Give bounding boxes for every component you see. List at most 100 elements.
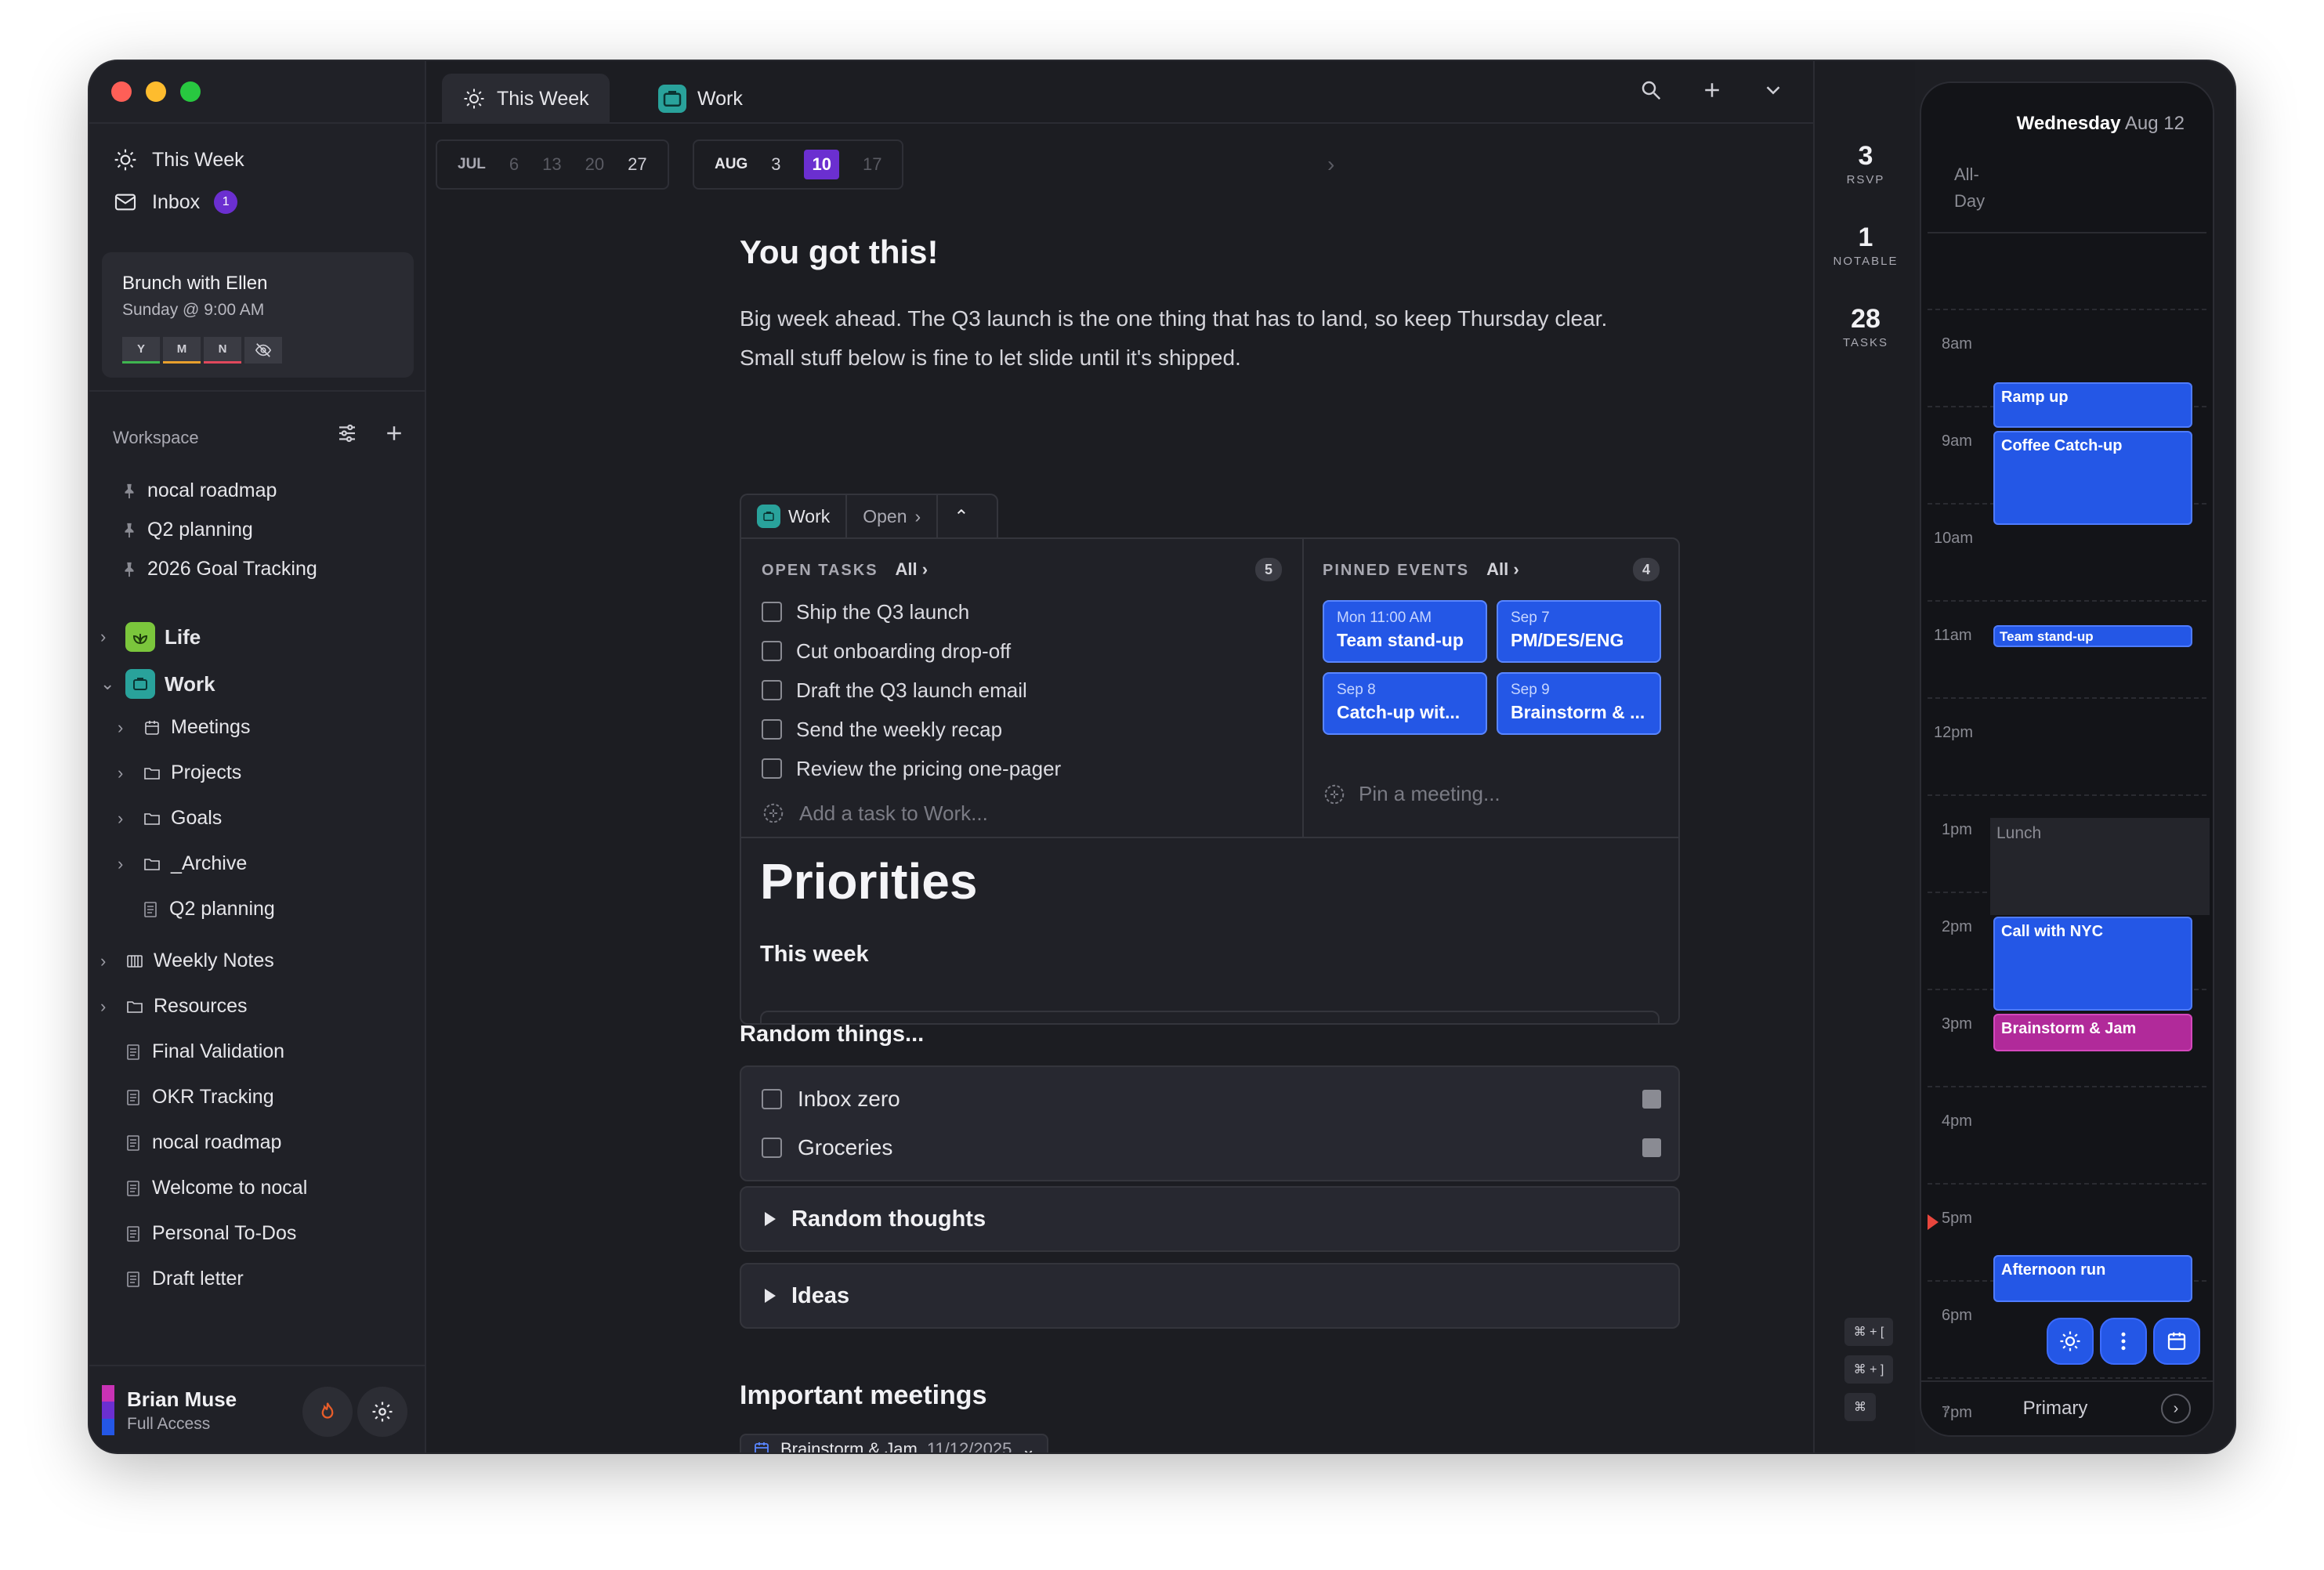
all-events-link[interactable]: All › [1486, 559, 1519, 579]
tree-item-meetings[interactable]: › Meetings [118, 716, 250, 739]
upcoming-event-card[interactable]: Brunch with Ellen Sunday @ 9:00 AM Y M N [102, 252, 414, 378]
calendar-event[interactable]: Afternoon run [1993, 1255, 2192, 1302]
task-label[interactable]: Cut onboarding drop-off [796, 639, 1011, 664]
chevron-right-icon[interactable]: › [100, 951, 116, 971]
tree-item-weekly-notes[interactable]: › Weekly Notes [100, 950, 274, 972]
tree-item-personal-todos[interactable]: Personal To-Dos [124, 1222, 296, 1245]
chevron-right-icon[interactable]: › [100, 997, 116, 1017]
rsvp-yes-button[interactable]: Y [122, 337, 160, 364]
pinned-event-card[interactable]: Mon 11:00 AM Team stand-up [1323, 600, 1487, 663]
tree-item-okr-tracking[interactable]: OKR Tracking [124, 1086, 274, 1109]
week-option[interactable]: 20 [585, 154, 604, 175]
task-checkbox[interactable] [762, 1089, 782, 1109]
tree-item-q2-planning[interactable]: Q2 planning [141, 898, 275, 921]
chevron-down-icon[interactable]: ⌄ [100, 674, 116, 694]
plus-icon[interactable] [382, 421, 406, 445]
hide-event-button[interactable] [244, 337, 282, 364]
task-item: Review the pricing one-pager [762, 749, 1282, 788]
next-week-arrow-icon[interactable]: › [1327, 152, 1334, 177]
toggle-ideas[interactable]: Ideas [740, 1263, 1680, 1329]
task-checkbox[interactable] [762, 641, 782, 661]
calendar-event[interactable]: Call with NYC [1993, 917, 2192, 1011]
today-button[interactable] [2047, 1318, 2094, 1365]
nav-this-week[interactable]: This Week [113, 147, 244, 172]
more-options-button[interactable] [2100, 1318, 2147, 1365]
pinned-item[interactable]: nocal roadmap [121, 479, 277, 502]
task-label[interactable]: Review the pricing one-pager [796, 757, 1061, 781]
pinned-event-card[interactable]: Sep 7 PM/DES/ENG [1497, 600, 1661, 663]
lunch-block[interactable]: Lunch [1990, 818, 2210, 915]
meeting-chip[interactable]: Brainstorm & Jam 11/12/2025 ⌄ [740, 1434, 1048, 1452]
all-day-row[interactable]: All- Day [1954, 161, 1985, 215]
minimize-window-button[interactable] [146, 81, 166, 102]
collapse-panel-button[interactable]: ⌃ [938, 495, 984, 537]
task-checkbox[interactable] [762, 602, 782, 622]
rsvp-no-button[interactable]: N [204, 337, 241, 364]
rsvp-maybe-button[interactable]: M [163, 337, 201, 364]
calendar-event[interactable]: Brainstorm & Jam [1993, 1014, 2192, 1051]
week-option[interactable]: 17 [863, 154, 881, 175]
tab-work[interactable]: Work [638, 74, 763, 124]
pinned-item[interactable]: Q2 planning [121, 519, 253, 541]
calendar-event[interactable]: Coffee Catch-up [1993, 431, 2192, 525]
task-label[interactable]: Groceries [798, 1135, 892, 1160]
task-label[interactable]: Inbox zero [798, 1087, 900, 1112]
calendar-account-label[interactable]: Primary [2023, 1398, 2088, 1420]
tree-item-archive[interactable]: › _Archive [118, 852, 247, 875]
task-label[interactable]: Draft the Q3 launch email [796, 678, 1027, 703]
user-profile[interactable]: Brian Muse Full Access [102, 1385, 237, 1435]
stat-rsvp[interactable]: 3 RSVP [1815, 141, 1917, 186]
week-option[interactable]: 6 [509, 154, 519, 175]
pin-meeting-input[interactable]: Pin a meeting... [1323, 782, 1500, 806]
chevron-right-icon[interactable]: › [118, 718, 133, 738]
tree-item-goals[interactable]: › Goals [118, 807, 222, 830]
task-label[interactable]: Send the weekly recap [796, 718, 1002, 742]
stat-notable[interactable]: 1 NOTABLE [1815, 222, 1917, 268]
tree-item-draft-letter[interactable]: Draft letter [124, 1268, 244, 1290]
close-window-button[interactable] [111, 81, 132, 102]
calendar-view-button[interactable] [2153, 1318, 2200, 1365]
toggle-random-thoughts[interactable]: Random thoughts [740, 1186, 1680, 1252]
tab-this-week[interactable]: This Week [442, 74, 610, 124]
week-option[interactable]: 3 [771, 154, 780, 175]
nav-inbox[interactable]: Inbox 1 [113, 190, 238, 215]
task-checkbox[interactable] [762, 680, 782, 700]
task-checkbox[interactable] [762, 719, 782, 740]
panel-tab-open[interactable]: Open › [847, 495, 939, 537]
chevron-right-icon[interactable]: › [100, 627, 116, 647]
space-life[interactable]: › Life [100, 622, 201, 652]
streak-button[interactable] [302, 1387, 353, 1437]
calendar-event[interactable]: Ramp up [1993, 382, 2192, 428]
week-option[interactable]: 13 [542, 154, 561, 175]
tree-item-welcome[interactable]: Welcome to nocal [124, 1177, 307, 1199]
stat-tasks[interactable]: 28 TASKS [1815, 304, 1917, 349]
prev-calendar-icon[interactable]: ‹ [1943, 1398, 1949, 1420]
chevron-right-icon[interactable]: › [118, 854, 133, 874]
add-task-input[interactable]: Add a task to Work... [762, 791, 1282, 835]
pinned-event-card[interactable]: Sep 9 Brainstorm & ... [1497, 672, 1661, 735]
week-option-selected[interactable]: 10 [804, 150, 839, 179]
sliders-icon[interactable] [335, 421, 359, 445]
task-checkbox[interactable] [762, 758, 782, 779]
next-calendar-icon[interactable]: › [2160, 1394, 2191, 1423]
pinned-event-card[interactable]: Sep 8 Catch-up wit... [1323, 672, 1487, 735]
chevron-right-icon[interactable]: › [118, 763, 133, 783]
panel-tab-work[interactable]: Work [741, 495, 848, 537]
search-icon[interactable] [1639, 78, 1663, 102]
task-checkbox[interactable] [762, 1138, 782, 1158]
plus-icon[interactable] [1700, 78, 1724, 102]
week-option[interactable]: 27 [628, 154, 646, 175]
chevron-right-icon[interactable]: › [118, 809, 133, 829]
tree-item-nocal-roadmap[interactable]: nocal roadmap [124, 1131, 281, 1154]
tree-item-projects[interactable]: › Projects [118, 761, 241, 784]
settings-button[interactable] [357, 1387, 407, 1437]
tree-item-resources[interactable]: › Resources [100, 995, 248, 1018]
pinned-item[interactable]: 2026 Goal Tracking [121, 558, 317, 581]
zoom-window-button[interactable] [180, 81, 201, 102]
all-tasks-link[interactable]: All › [896, 559, 929, 579]
task-label[interactable]: Ship the Q3 launch [796, 600, 969, 624]
tree-item-final-validation[interactable]: Final Validation [124, 1040, 284, 1063]
chevron-down-icon[interactable] [1761, 78, 1785, 102]
space-work[interactable]: ⌄ Work [100, 669, 215, 699]
calendar-event[interactable]: Team stand-up [1993, 625, 2192, 647]
